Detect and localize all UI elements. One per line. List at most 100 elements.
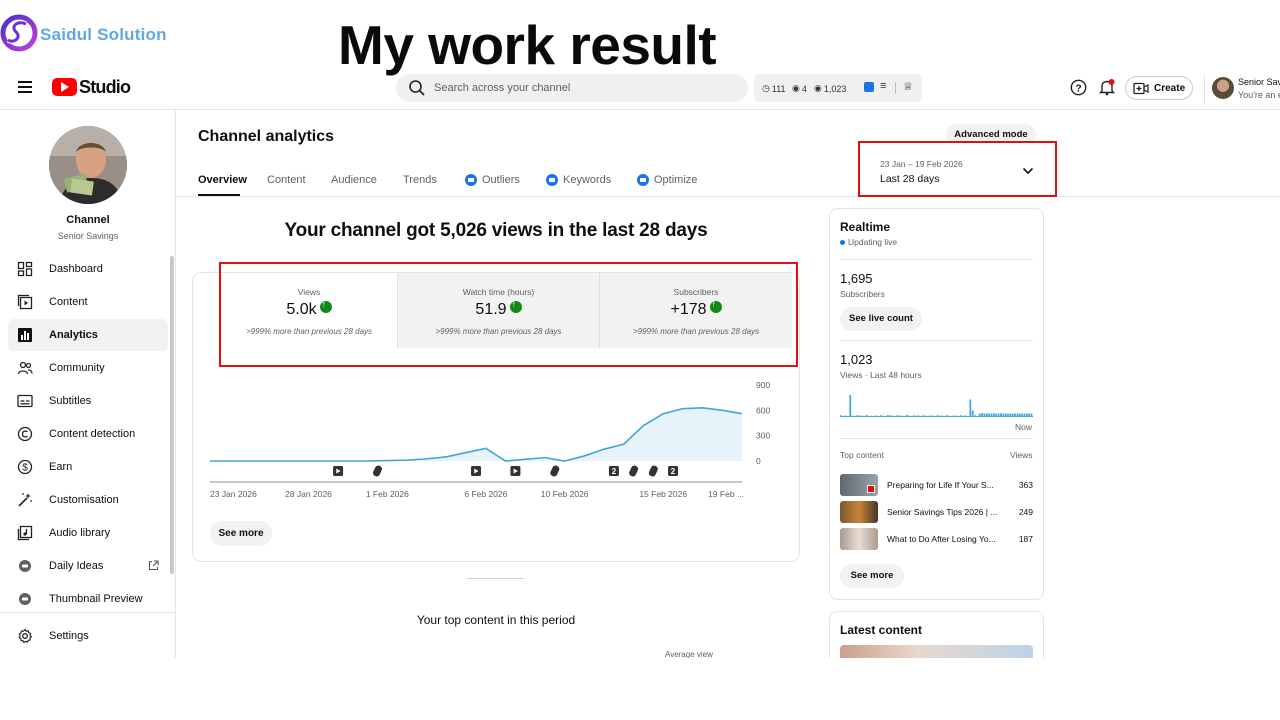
notifications-icon[interactable] [1098, 78, 1116, 96]
tab-content[interactable]: Content [267, 174, 306, 186]
sidebar-item-daily-ideas[interactable]: Daily Ideas [8, 550, 168, 582]
realtime-subscribers-label: Subscribers [840, 289, 885, 299]
trophy-icon[interactable]: ♕ [903, 80, 913, 93]
tab-audience[interactable]: Audience [331, 174, 377, 186]
tab-overview[interactable]: Overview [198, 174, 247, 186]
sidebar-item-audio-library[interactable]: Audio library [8, 517, 168, 549]
search-input[interactable]: Search across your channel [396, 74, 748, 102]
sidebar-item-label: Dashboard [49, 263, 103, 275]
latest-content-title: Latest content [840, 623, 923, 637]
page-title: Channel analytics [198, 128, 335, 145]
tab-label: Optimize [654, 174, 698, 186]
help-icon[interactable]: ? [1070, 79, 1087, 96]
sidebar-item-settings[interactable]: Settings [8, 620, 168, 652]
extension-badge-icon [465, 174, 477, 186]
tab-optimize[interactable]: Optimize [637, 174, 697, 186]
dashboard-icon [17, 261, 33, 277]
realtime-status: Updating live [840, 237, 897, 247]
metric-label: Watch time (hours) [462, 287, 535, 297]
video-thumbnail [840, 501, 878, 523]
x-tick-label: 19 Feb ... [708, 489, 744, 499]
tab-label: Overview [198, 174, 247, 186]
sidebar-item-label: Content [49, 296, 88, 308]
realtime-now-label: Now [1015, 422, 1033, 432]
realtime-views-label: Views · Last 48 hours [840, 370, 922, 380]
extension-badge-icon [637, 174, 649, 186]
pill-divider [895, 82, 896, 94]
account-subtitle: You're an ed [1238, 90, 1280, 100]
realtime-see-more-button[interactable]: See more [840, 564, 904, 588]
studio-topbar: Studio Search across your channel ◷ 111 ◉… [0, 70, 1280, 110]
shorts-marker-icon [372, 465, 382, 477]
channel-avatar[interactable] [49, 126, 127, 204]
sidebar-item-content[interactable]: Content [8, 286, 168, 318]
top-content-item[interactable]: Preparing for Life If Your S... 363 [840, 474, 1033, 498]
sidebar: Channel Senior Savings Dashboard Content… [0, 110, 176, 658]
extension-icon[interactable] [864, 82, 874, 92]
account-menu[interactable]: Senior Savi You're an ed [1204, 74, 1280, 104]
youtube-logo-icon[interactable] [52, 78, 77, 96]
sidebar-item-content-detection[interactable]: Content detection [8, 418, 168, 450]
tab-outliers[interactable]: Outliers [465, 174, 520, 186]
date-period-text: Last 28 days [880, 173, 940, 185]
card-divider [840, 340, 1033, 341]
create-video-icon [1133, 82, 1149, 95]
top-content-label: Top content [840, 450, 884, 460]
realtime-status-text: Updating live [848, 237, 898, 247]
sidebar-item-label: Analytics [49, 329, 98, 341]
tab-trends[interactable]: Trends [403, 174, 437, 186]
sidebar-item-label: Thumbnail Preview [49, 593, 143, 605]
top-content-title: Preparing for Life If Your S... [887, 480, 994, 490]
tab-label: Trends [403, 174, 437, 186]
top-content-item[interactable]: Senior Savings Tips 2026 | ... 249 [840, 501, 1033, 525]
sidebar-item-thumbnail-preview[interactable]: Thumbnail Preview [8, 583, 168, 615]
menu-icon[interactable] [18, 80, 34, 94]
metric-label: Views [297, 287, 321, 297]
sidebar-scrollbar[interactable] [170, 256, 174, 574]
sidebar-item-subtitles[interactable]: Subtitles [8, 385, 168, 417]
card-divider [840, 259, 1033, 260]
sidebar-item-earn[interactable]: $ Earn [8, 451, 168, 483]
sidebar-item-label: Community [49, 362, 105, 374]
date-range-selector[interactable]: 23 Jan – 19 Feb 2026 Last 28 days [858, 141, 1057, 197]
see-more-button[interactable]: See more [210, 521, 272, 546]
y-tick-label: 300 [756, 431, 770, 441]
metric-value: 51.9 [398, 299, 599, 319]
video-thumbnail [840, 528, 878, 550]
create-button[interactable]: Create [1125, 76, 1193, 100]
top-content-item[interactable]: What to Do After Losing Yo... 187 [840, 528, 1033, 552]
tab-keywords[interactable]: Keywords [546, 174, 611, 186]
thumbnail-badge-icon [867, 485, 875, 493]
top-content-views: 363 [1018, 480, 1033, 490]
video-thumbnail [840, 474, 878, 496]
sidebar-item-community[interactable]: Community [8, 352, 168, 384]
sidebar-item-analytics[interactable]: Analytics [8, 319, 168, 351]
count-marker-label: 2 [671, 467, 676, 476]
metric-note: >999% more than previous 28 days [245, 327, 373, 336]
views-column-label: Views [1010, 450, 1033, 460]
page-bottom-blank [0, 658, 1280, 720]
list-icon[interactable]: ≡ [880, 80, 886, 92]
community-icon [17, 361, 33, 375]
x-tick-label: 23 Jan 2026 [210, 489, 257, 499]
latest-content-card: Latest content [829, 611, 1044, 658]
top-content-title: Your top content in this period [416, 613, 576, 627]
metric-value: +178 [600, 299, 792, 319]
metrics-highlight: Views 5.0k >999% more than previous 28 d… [219, 262, 798, 367]
metric-label: Subscribers [673, 287, 719, 297]
realtime-card: Realtime Updating live 1,695 Subscribers… [829, 208, 1044, 600]
metric-watch-time[interactable]: Watch time (hours) 51.9 >999% more than … [397, 273, 599, 348]
studio-label[interactable]: Studio [79, 77, 131, 98]
channel-stats-pill[interactable]: ◷ 111 ◉ 4 ◉ 1,023 ≡ ♕ [754, 74, 922, 102]
date-range-text: 23 Jan – 19 Feb 2026 [880, 159, 963, 169]
see-live-count-button[interactable]: See live count [840, 307, 922, 331]
copyright-icon [17, 426, 33, 442]
metric-subscribers[interactable]: Subscribers +178 >999% more than previou… [599, 273, 792, 348]
realtime-bar-chart [840, 395, 1033, 417]
sidebar-item-dashboard[interactable]: Dashboard [8, 253, 168, 285]
sidebar-item-customisation[interactable]: Customisation [8, 484, 168, 516]
metric-note: >999% more than previous 28 days [632, 327, 760, 336]
latest-content-thumbnail[interactable] [840, 645, 1033, 658]
x-tick-label: 28 Jan 2026 [285, 489, 332, 499]
metric-views[interactable]: Views 5.0k >999% more than previous 28 d… [221, 273, 397, 348]
